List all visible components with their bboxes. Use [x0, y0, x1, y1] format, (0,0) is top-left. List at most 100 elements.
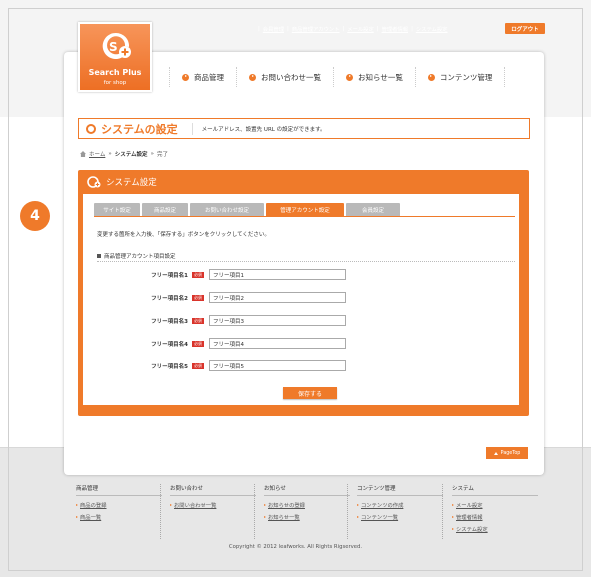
- required-badge: 必須: [192, 271, 204, 278]
- step-badge: 4: [20, 201, 50, 231]
- arrow-bullet-icon: [346, 73, 353, 81]
- toplink-admin[interactable]: 管理者情報: [382, 25, 409, 33]
- arrow-right-icon: [452, 504, 454, 506]
- footer-link[interactable]: 商品一覧: [76, 513, 166, 521]
- free-item-1-input[interactable]: [209, 269, 346, 280]
- form-row: フリー項目名3 必須: [145, 315, 346, 326]
- nav-item-inquiries[interactable]: お問い合わせ一覧: [236, 67, 333, 87]
- footer-col-contents: コンテンツ管理 コンテンツの作成 コンテンツ一覧: [357, 484, 447, 525]
- tab-product-settings[interactable]: 商品設定: [142, 203, 188, 216]
- settings-header: システム設定: [78, 170, 529, 194]
- footer-divider: [160, 484, 161, 539]
- page-description: メールアドレス、設置先 URL の設定ができます。: [191, 122, 326, 135]
- search-plus-icon: [87, 176, 101, 188]
- home-icon: [80, 151, 86, 157]
- arrow-right-icon: [76, 504, 78, 506]
- arrow-right-icon: [170, 504, 172, 506]
- footer-divider: [347, 484, 348, 539]
- arrow-right-icon: [264, 516, 266, 518]
- logo-subtitle: for shop: [103, 80, 127, 86]
- instruction-text: 変更する箇所を入力後、「保存する」ボタンをクリックしてください。: [97, 232, 270, 238]
- arrow-right-icon: [264, 504, 266, 506]
- tab-underline: [94, 216, 515, 217]
- footer-heading: システム: [452, 484, 538, 496]
- breadcrumb-current: 完了: [156, 152, 168, 158]
- required-badge: 必須: [192, 317, 204, 324]
- logo-title: Search Plus: [88, 68, 142, 77]
- nav-item-contents[interactable]: コンテンツ管理: [414, 67, 506, 87]
- save-button[interactable]: 保存する: [283, 387, 337, 399]
- nav-item-products[interactable]: 商品管理: [169, 67, 236, 87]
- arrow-right-icon: [357, 504, 359, 506]
- footer-link[interactable]: お問い合わせ一覧: [170, 501, 260, 509]
- required-badge: 必須: [192, 362, 204, 369]
- tab-site-settings[interactable]: サイト設定: [94, 203, 140, 216]
- footer-link[interactable]: お知らせの登録: [264, 501, 354, 509]
- toplink-mail[interactable]: メール設定: [347, 25, 374, 33]
- footer-col-news: お知らせ お知らせの登録 お知らせ一覧: [264, 484, 354, 525]
- footer-link[interactable]: 管理者情報: [452, 513, 542, 521]
- footer-divider: [442, 484, 443, 539]
- tab-member-settings[interactable]: 会員設定: [346, 203, 400, 216]
- tab-admin-account-settings[interactable]: 管理アカウント設定: [266, 203, 344, 216]
- breadcrumb: ホーム » システム設定 » 完了: [80, 150, 168, 158]
- section-heading: 商品管理アカウント項目設定: [97, 252, 176, 260]
- page-title: システムの設定: [101, 122, 178, 136]
- field-label: フリー項目名3: [151, 318, 188, 325]
- tab-inquiry-settings[interactable]: お問い合わせ設定: [190, 203, 264, 216]
- form-row: フリー項目名5 必須: [145, 360, 346, 371]
- footer-col-inquiries: お問い合わせ お問い合わせ一覧: [170, 484, 260, 513]
- toplink-member[interactable]: 会員管理: [263, 25, 284, 33]
- nav-item-news[interactable]: お知らせ一覧: [333, 67, 415, 87]
- logo[interactable]: S Search Plus for shop: [78, 22, 152, 92]
- field-label: フリー項目名4: [151, 341, 188, 348]
- svg-text:S: S: [109, 40, 118, 54]
- global-nav: 商品管理 お問い合わせ一覧 お知らせ一覧 コンテンツ管理: [169, 67, 506, 87]
- footer-link[interactable]: コンテンツ一覧: [357, 513, 447, 521]
- footer-link[interactable]: 商品の登録: [76, 501, 166, 509]
- field-label: フリー項目名5: [151, 363, 188, 370]
- footer-heading: 商品管理: [76, 484, 162, 496]
- copyright: Copyright © 2012 leafworks. All Rights R…: [228, 544, 363, 550]
- free-item-4-input[interactable]: [209, 338, 346, 349]
- square-bullet-icon: [97, 254, 101, 258]
- toplink-product-account[interactable]: 商品管理アカウント: [292, 25, 340, 33]
- section-divider: [97, 261, 515, 262]
- footer-col-system: システム メール設定 管理者情報 システム設定: [452, 484, 542, 537]
- arrow-up-icon: [493, 451, 498, 455]
- free-item-5-input[interactable]: [209, 360, 346, 371]
- footer-divider: [254, 484, 255, 539]
- footer-heading: お知らせ: [264, 484, 350, 496]
- footer-col-products: 商品管理 商品の登録 商品一覧: [76, 484, 166, 525]
- footer-link[interactable]: コンテンツの作成: [357, 501, 447, 509]
- logout-button[interactable]: ログアウト: [505, 23, 545, 34]
- footer-heading: コンテンツ管理: [357, 484, 443, 496]
- field-label: フリー項目名2: [151, 295, 188, 302]
- settings-tabs: サイト設定 商品設定 お問い合わせ設定 管理アカウント設定 会員設定: [94, 203, 400, 216]
- required-badge: 必須: [192, 294, 204, 301]
- free-item-3-input[interactable]: [209, 315, 346, 326]
- footer-heading: お問い合わせ: [170, 484, 256, 496]
- circle-icon: [86, 123, 96, 134]
- arrow-right-icon: [76, 516, 78, 518]
- free-item-2-input[interactable]: [209, 292, 346, 303]
- breadcrumb-parent: システム設定: [114, 152, 148, 158]
- form-row: フリー項目名2 必須: [145, 292, 346, 303]
- form-row: フリー項目名1 必須: [145, 269, 346, 280]
- arrow-right-icon: [452, 516, 454, 518]
- arrow-right-icon: [452, 528, 454, 530]
- footer-link[interactable]: お知らせ一覧: [264, 513, 354, 521]
- field-label: フリー項目名1: [151, 272, 188, 279]
- search-plus-icon: S: [102, 32, 131, 59]
- top-utility-links: | 会員管理 | 商品管理アカウント | メール設定 | 管理者情報 | システ…: [258, 25, 448, 33]
- arrow-right-icon: [357, 516, 359, 518]
- footer-link[interactable]: メール設定: [452, 501, 542, 509]
- footer-link[interactable]: システム設定: [452, 525, 542, 533]
- breadcrumb-home[interactable]: ホーム: [89, 150, 105, 158]
- toplink-system[interactable]: システム設定: [416, 25, 448, 33]
- page-top-button[interactable]: PageTop: [486, 447, 528, 459]
- arrow-bullet-icon: [182, 73, 189, 81]
- page-title-bar: システムの設定 メールアドレス、設置先 URL の設定ができます。: [78, 118, 530, 139]
- arrow-bullet-icon: [427, 73, 435, 81]
- required-badge: 必須: [192, 340, 204, 347]
